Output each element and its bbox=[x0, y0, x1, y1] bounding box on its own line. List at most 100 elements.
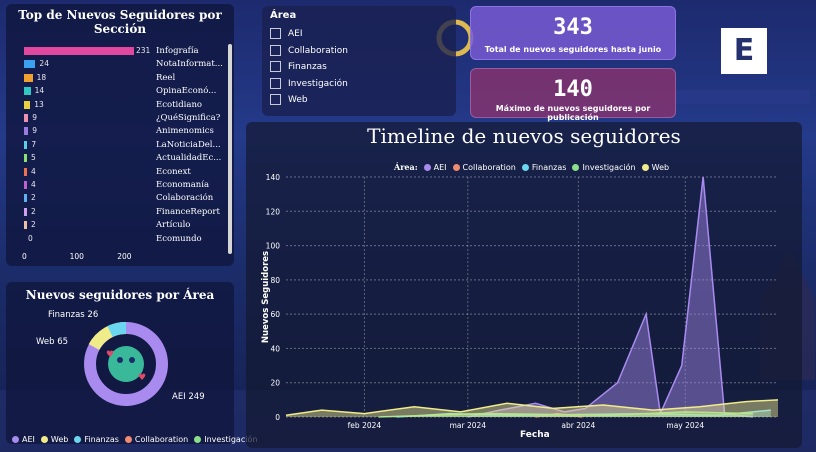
timeline-chart: 0 20 40 60 80 100 120 140 feb 2024 mar 2024 abr 20… bbox=[266, 173, 779, 430]
top-sections-value: 7 bbox=[31, 139, 37, 149]
top-sections-bar[interactable] bbox=[24, 181, 27, 189]
area-filter-label: Collaboration bbox=[288, 45, 348, 56]
top-sections-bar[interactable] bbox=[24, 60, 36, 69]
top-sections-row[interactable]: 0 Ecomundo bbox=[16, 234, 226, 245]
top-sections-row[interactable]: 2 Colaboración bbox=[16, 193, 226, 204]
area-legend-item[interactable]: Finanzas bbox=[74, 435, 119, 444]
top-sections-tick: 100 bbox=[69, 252, 84, 261]
label-finanzas: Finanzas 26 bbox=[48, 310, 99, 320]
timeline-panel: Timeline de nuevos seguidores Área: AEI Co… bbox=[246, 122, 802, 448]
top-sections-row[interactable]: 5 ActualidadEc... bbox=[16, 153, 226, 164]
top-sections-label: ¿QuéSignifica? bbox=[156, 113, 221, 123]
top-sections-value: 24 bbox=[39, 59, 49, 69]
top-sections-row[interactable]: 9 ¿QuéSignifica? bbox=[16, 113, 226, 124]
kpi-total-card: 343 Total de nuevos seguidores hasta jun… bbox=[470, 6, 676, 60]
area-filter-option[interactable]: AEI bbox=[270, 28, 303, 39]
top-sections-value: 9 bbox=[32, 126, 38, 136]
top-sections-row[interactable]: 4 Econext bbox=[16, 167, 226, 178]
top-sections-label: OpinaEconó... bbox=[156, 86, 217, 97]
checkbox-icon[interactable] bbox=[270, 28, 281, 39]
top-sections-label: Colaboración bbox=[156, 193, 214, 204]
y-tick-label: 80 bbox=[270, 276, 280, 285]
top-sections-label: FinanceReport bbox=[156, 206, 220, 217]
top-sections-bar[interactable] bbox=[24, 140, 28, 149]
top-sections-bar[interactable] bbox=[24, 154, 27, 163]
kpi-max-label: Máximo de nuevos seguidores por publicac… bbox=[495, 104, 651, 122]
top-sections-value: 2 bbox=[31, 193, 36, 203]
top-sections-row[interactable]: 14 OpinaEconó... bbox=[16, 86, 226, 97]
top-sections-bar[interactable] bbox=[24, 194, 27, 203]
kpi-total-value: 343 bbox=[553, 15, 593, 40]
top-sections-label: Infografía bbox=[156, 46, 199, 56]
top-sections-value: 14 bbox=[34, 86, 45, 96]
checkbox-icon[interactable] bbox=[270, 44, 281, 56]
top-sections-value: 4 bbox=[31, 166, 36, 176]
top-sections-bar[interactable] bbox=[24, 207, 27, 216]
area-filter-option[interactable]: Collaboration bbox=[270, 44, 348, 56]
checkbox-icon[interactable] bbox=[270, 77, 281, 89]
top-sections-label: Reel bbox=[156, 72, 176, 83]
top-sections-label: Ecotidiano bbox=[156, 99, 203, 110]
top-sections-row[interactable]: 7 LaNoticiaDel... bbox=[16, 140, 226, 151]
top-sections-bar[interactable] bbox=[24, 73, 33, 82]
area-donut-title: Nuevos seguidores por Área bbox=[25, 288, 215, 302]
top-sections-bar[interactable] bbox=[24, 167, 27, 176]
top-sections-row[interactable]: 231 Infografía bbox=[16, 46, 226, 57]
top-sections-bar[interactable] bbox=[24, 100, 31, 109]
top-sections-label: Animenomics bbox=[156, 126, 214, 137]
area-legend-item[interactable]: AEI bbox=[12, 435, 35, 444]
top-sections-label: Artículo bbox=[156, 220, 191, 231]
top-sections-value: 2 bbox=[31, 206, 36, 216]
checkbox-icon[interactable] bbox=[270, 61, 281, 72]
top-sections-row[interactable]: 24 NotaInformat... bbox=[16, 59, 226, 70]
top-sections-bar[interactable] bbox=[24, 127, 29, 136]
top-sections-row[interactable]: 4 Economanía bbox=[16, 180, 226, 191]
top-sections-tick: 200 bbox=[117, 252, 132, 261]
area-legend-item[interactable]: Web bbox=[40, 435, 68, 444]
x-tick-label: mar 2024 bbox=[450, 421, 487, 430]
area-donut-legend: AEI Web Finanzas Collaboration Investigación bbox=[12, 427, 263, 446]
x-tick-label: may 2024 bbox=[666, 421, 704, 430]
y-tick-label: 100 bbox=[266, 242, 281, 251]
top-sections-value: 18 bbox=[36, 72, 47, 82]
y-tick-label: 40 bbox=[270, 344, 280, 353]
top-sections-bar[interactable] bbox=[24, 221, 27, 230]
area-filter-label: AEI bbox=[288, 29, 303, 39]
area-legend-item[interactable]: Collaboration bbox=[124, 435, 188, 444]
top-sections-bar[interactable] bbox=[24, 87, 31, 96]
y-tick-label: 0 bbox=[275, 413, 280, 422]
legend-dot-icon bbox=[12, 436, 19, 443]
top-sections-scrollbar[interactable] bbox=[228, 44, 232, 254]
top-sections-bar[interactable] bbox=[24, 114, 29, 122]
kpi-max-card: 140 Máximo de nuevos seguidores por publ… bbox=[470, 68, 676, 122]
legend-dot-icon bbox=[194, 436, 202, 443]
top-sections-label: Economanía bbox=[156, 180, 210, 190]
area-filter-option[interactable]: Finanzas bbox=[270, 61, 327, 72]
top-sections-label: NotaInformat... bbox=[156, 59, 223, 70]
area-filter-option[interactable]: Investigación bbox=[270, 77, 348, 89]
top-sections-row[interactable]: 13 Ecotidiano bbox=[16, 100, 226, 111]
timeline-ylabel: Nuevos Seguidores bbox=[261, 250, 272, 344]
top-sections-label: LaNoticiaDel... bbox=[156, 139, 221, 150]
top-sections-row[interactable]: 9 Animenomics bbox=[16, 126, 226, 137]
legend-dot-icon bbox=[40, 436, 48, 443]
top-sections-row[interactable]: 2 Artículo bbox=[16, 220, 226, 231]
top-sections-row[interactable]: 18 Reel bbox=[16, 73, 226, 84]
checkbox-icon[interactable] bbox=[270, 94, 281, 105]
label-aei: AEI 249 bbox=[172, 392, 205, 402]
area-filter-option[interactable]: Web bbox=[270, 94, 308, 105]
top-sections-value: 4 bbox=[31, 180, 36, 189]
top-sections-value: 2 bbox=[31, 220, 36, 230]
top-sections-bar[interactable] bbox=[24, 47, 134, 55]
y-tick-label: 60 bbox=[270, 310, 280, 319]
top-sections-tick: 0 bbox=[22, 252, 27, 261]
top-sections-row[interactable]: 2 FinanceReport bbox=[16, 207, 226, 218]
top-sections-value: 0 bbox=[28, 233, 33, 243]
legend-dot-icon bbox=[124, 436, 132, 443]
top-sections-label: ActualidadEc... bbox=[156, 153, 222, 164]
donut-slice-finanzas[interactable] bbox=[107, 322, 127, 338]
top-sections-label: Econext bbox=[156, 166, 191, 177]
area-filter-label: Web bbox=[288, 95, 308, 105]
area-filter-title: Área bbox=[270, 10, 297, 21]
kpi-total-label: Total de nuevos seguidores hasta junio bbox=[484, 45, 662, 54]
